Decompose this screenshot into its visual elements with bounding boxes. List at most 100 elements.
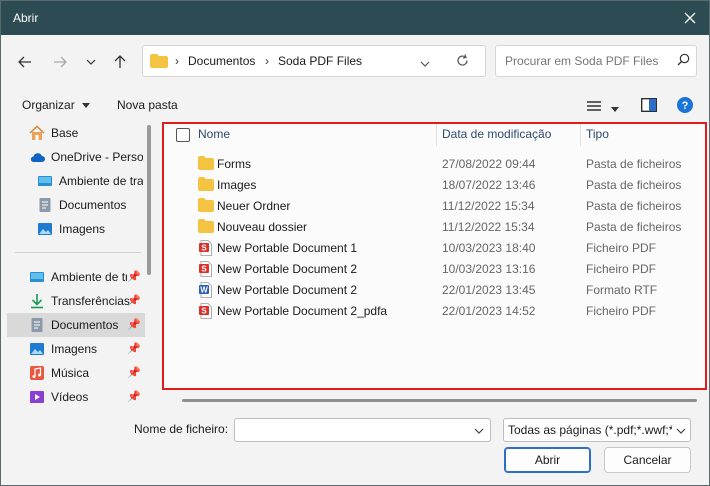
file-name: New Portable Document 2 xyxy=(217,283,358,297)
pictures-icon xyxy=(37,221,53,237)
navigation-pane: Base OneDrive - Personal Ambiente de tra… xyxy=(7,119,145,409)
file-date: 18/07/2022 13:46 xyxy=(442,178,536,192)
chevron-down-icon[interactable] xyxy=(676,423,686,437)
recent-locations-chevron-icon[interactable] xyxy=(79,51,103,73)
file-name: Forms xyxy=(217,157,251,171)
filename-input[interactable] xyxy=(234,418,491,442)
cancel-button[interactable]: Cancelar xyxy=(604,447,691,473)
command-bar: Organizar Nova pasta ? xyxy=(1,91,709,119)
breadcrumb-current[interactable]: Soda PDF Files xyxy=(278,54,362,68)
column-header-name[interactable]: Nome xyxy=(198,127,230,141)
new-folder-button[interactable]: Nova pasta xyxy=(117,98,178,112)
sidebar-item-label: Documentos xyxy=(51,318,119,332)
file-row[interactable]: Images 18/07/2022 13:46 Pasta de ficheir… xyxy=(164,174,705,195)
file-name: New Portable Document 1 xyxy=(217,241,358,255)
folder-icon xyxy=(198,156,214,171)
address-dropdown-chevron-icon[interactable] xyxy=(420,56,430,70)
sidebar-item-onedrive[interactable]: OneDrive - Personal xyxy=(7,145,145,169)
file-type: Pasta de ficheiros xyxy=(586,199,682,213)
file-name: Images xyxy=(217,178,257,192)
file-type: Pasta de ficheiros xyxy=(586,178,682,192)
back-arrow-icon[interactable] xyxy=(13,51,37,73)
column-divider[interactable] xyxy=(580,124,581,146)
download-icon xyxy=(29,293,45,309)
folder-icon xyxy=(198,198,214,213)
file-row[interactable]: S New Portable Document 1 10/03/2023 18:… xyxy=(164,237,705,258)
sidebar-item-music[interactable]: Música 📌 xyxy=(7,361,145,385)
close-icon[interactable] xyxy=(677,5,703,31)
horizontal-scrollbar[interactable] xyxy=(182,399,697,402)
sidebar-item-documents[interactable]: Documentos xyxy=(7,193,145,217)
file-name: Neuer Ordner xyxy=(217,199,291,213)
file-name: New Portable Document 2_pdfa xyxy=(217,304,388,318)
sidebar-item-videos[interactable]: Vídeos 📌 xyxy=(7,385,145,409)
file-type: Pasta de ficheiros xyxy=(586,157,682,171)
chevron-down-icon[interactable] xyxy=(474,423,484,437)
search-box[interactable] xyxy=(495,45,697,77)
file-row[interactable]: Neuer Ordner 11/12/2022 15:34 Pasta de f… xyxy=(164,195,705,216)
file-type-filter-value: Todas as páginas (*.pdf;*.wwf;*. xyxy=(508,423,672,437)
file-type-filter[interactable]: Todas as páginas (*.pdf;*.wwf;*. xyxy=(503,418,691,442)
sidebar-item-downloads[interactable]: Transferências 📌 xyxy=(7,289,145,313)
breadcrumb-separator-icon: › xyxy=(265,54,269,68)
sidebar-item-desktop[interactable]: Ambiente de trabalho xyxy=(7,169,145,193)
file-row[interactable]: Nouveau dossier 11/12/2022 15:34 Pasta d… xyxy=(164,216,705,237)
pin-icon: 📌 xyxy=(127,367,141,379)
svg-text:S: S xyxy=(201,244,207,253)
column-header-date[interactable]: Data de modificação xyxy=(442,127,551,141)
pictures-icon xyxy=(29,341,45,357)
help-icon[interactable]: ? xyxy=(677,97,693,116)
file-date: 22/01/2023 14:52 xyxy=(442,304,536,318)
sidebar-divider xyxy=(15,252,141,253)
sidebar-item-label: Imagens xyxy=(51,342,98,356)
sidebar-item-label: Vídeos xyxy=(51,390,89,404)
pdf-file-icon: S xyxy=(198,303,214,319)
search-icon[interactable] xyxy=(677,53,690,69)
select-all-checkbox[interactable] xyxy=(176,128,190,142)
address-bar[interactable]: › Documentos › Soda PDF Files xyxy=(142,45,486,77)
sidebar-item-pictures-pinned[interactable]: Imagens 📌 xyxy=(7,337,145,361)
search-input[interactable] xyxy=(503,53,667,69)
sidebar-item-home[interactable]: Base xyxy=(7,121,145,145)
refresh-icon[interactable] xyxy=(456,54,469,70)
breadcrumb-documentos[interactable]: Documentos xyxy=(188,54,255,68)
sidebar-item-label: Ambiente de trabalho xyxy=(51,270,127,284)
sidebar-scrollbar[interactable] xyxy=(147,125,151,275)
video-icon xyxy=(29,389,45,405)
view-options-icon[interactable] xyxy=(587,100,601,114)
sidebar-item-label: Imagens xyxy=(59,222,106,236)
file-row[interactable]: S New Portable Document 2_pdfa 22/01/202… xyxy=(164,300,705,321)
desktop-icon xyxy=(29,269,45,285)
sidebar-item-label: Documentos xyxy=(59,198,127,212)
forward-arrow-icon[interactable] xyxy=(48,51,72,73)
music-icon xyxy=(29,365,45,381)
file-type: Formato RTF xyxy=(586,283,658,297)
pin-icon: 📌 xyxy=(127,391,141,403)
chevron-down-icon xyxy=(82,103,91,109)
home-icon xyxy=(29,125,45,141)
file-row[interactable]: Forms 27/08/2022 09:44 Pasta de ficheiro… xyxy=(164,153,705,174)
svg-text:W: W xyxy=(200,286,208,295)
document-icon xyxy=(29,317,45,333)
sidebar-item-pictures[interactable]: Imagens xyxy=(7,217,145,241)
preview-pane-icon[interactable] xyxy=(641,98,657,115)
column-header-type[interactable]: Tipo xyxy=(586,127,609,141)
desktop-icon xyxy=(37,173,53,189)
view-dropdown-chevron-icon[interactable] xyxy=(611,101,619,115)
cloud-icon xyxy=(29,149,45,165)
file-date: 10/03/2023 18:40 xyxy=(442,241,536,255)
file-date: 11/12/2022 15:34 xyxy=(442,220,535,234)
column-divider[interactable] xyxy=(436,124,437,146)
file-type: Pasta de ficheiros xyxy=(586,220,682,234)
file-row[interactable]: W New Portable Document 2 22/01/2023 13:… xyxy=(164,279,705,300)
up-arrow-icon[interactable] xyxy=(108,51,132,73)
pin-icon: 📌 xyxy=(127,271,141,283)
open-button[interactable]: Abrir xyxy=(504,447,591,473)
pin-icon: 📌 xyxy=(127,295,141,307)
sidebar-item-documents-pinned[interactable]: Documentos 📌 xyxy=(7,313,145,337)
sidebar-item-desktop-pinned[interactable]: Ambiente de trabalho 📌 xyxy=(7,265,145,289)
organize-label: Organizar xyxy=(22,98,75,112)
file-row[interactable]: S New Portable Document 2 10/03/2023 13:… xyxy=(164,258,705,279)
organize-button[interactable]: Organizar xyxy=(22,98,91,112)
pin-icon: 📌 xyxy=(127,319,141,331)
